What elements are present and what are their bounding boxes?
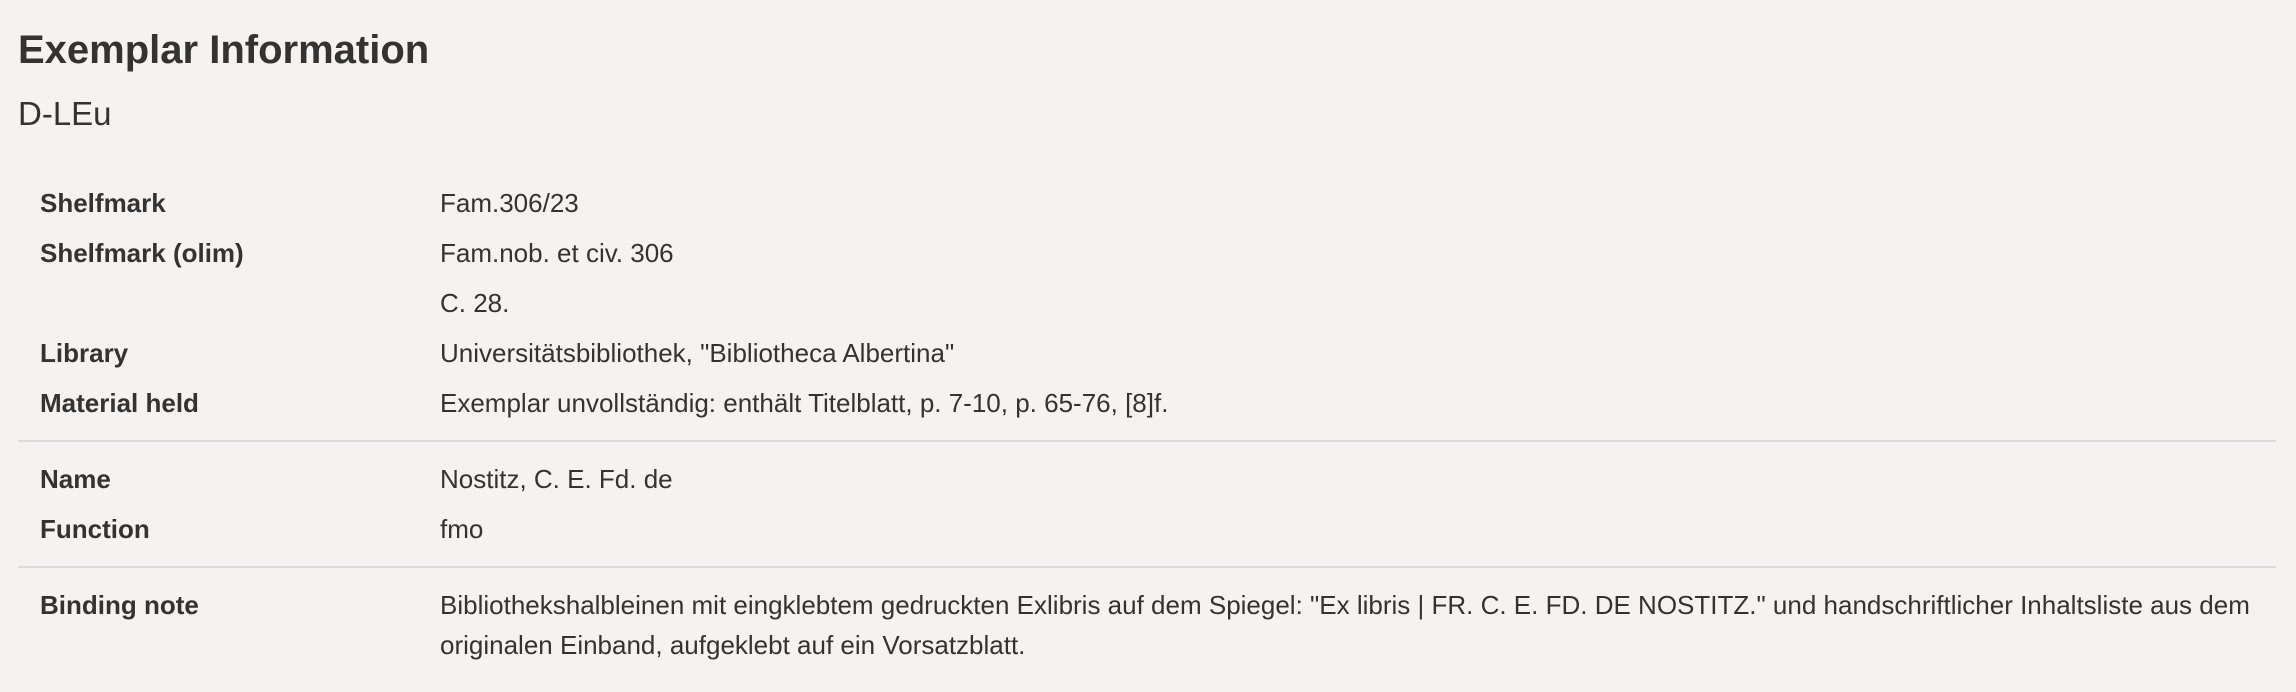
binding-group: Binding note Bibliothekshalbleinen mit e… bbox=[18, 566, 2276, 665]
detail-row-library: Library Universitätsbibliothek, "Bibliot… bbox=[40, 328, 2276, 378]
detail-row-shelfmark-olim: Shelfmark (olim) Fam.nob. et civ. 306 bbox=[40, 228, 2276, 278]
detail-label: Material held bbox=[40, 388, 199, 418]
exemplar-information-page: Exemplar Information D-LEu Shelfmark Fam… bbox=[0, 0, 2296, 692]
provenance-group: Name Nostitz, C. E. Fd. de Function fmo bbox=[18, 440, 2276, 554]
exemplar-details: Shelfmark Fam.306/23 Shelfmark (olim) Fa… bbox=[18, 178, 2276, 665]
detail-value: Fam.306/23 bbox=[440, 188, 579, 218]
holding-group: Shelfmark Fam.306/23 Shelfmark (olim) Fa… bbox=[18, 178, 2276, 428]
detail-label: Name bbox=[40, 464, 111, 494]
detail-row-binding-note: Binding note Bibliothekshalbleinen mit e… bbox=[40, 580, 2276, 665]
detail-value: C. 28. bbox=[440, 288, 510, 318]
detail-value: fmo bbox=[440, 514, 484, 544]
detail-value: Fam.nob. et civ. 306 bbox=[440, 238, 674, 268]
detail-value: Nostitz, C. E. Fd. de bbox=[440, 464, 673, 494]
detail-row-shelfmark-olim-continued: C. 28. bbox=[40, 278, 2276, 328]
library-siglum: D-LEu bbox=[18, 95, 112, 132]
detail-row-function: Function fmo bbox=[40, 504, 2276, 554]
detail-value: Bibliothekshalbleinen mit eingklebtem ge… bbox=[440, 590, 2250, 660]
section-title: Exemplar Information bbox=[18, 28, 430, 72]
detail-label: Function bbox=[40, 514, 150, 544]
detail-label: Library bbox=[40, 338, 129, 368]
detail-label: Shelfmark (olim) bbox=[40, 238, 244, 268]
detail-row-shelfmark: Shelfmark Fam.306/23 bbox=[40, 178, 2276, 228]
detail-row-name: Name Nostitz, C. E. Fd. de bbox=[40, 454, 2276, 504]
detail-row-material-held: Material held Exemplar unvollständig: en… bbox=[40, 378, 2276, 428]
detail-value: Universitätsbibliothek, "Bibliotheca Alb… bbox=[440, 338, 955, 368]
detail-label: Binding note bbox=[40, 590, 199, 620]
detail-label: Shelfmark bbox=[40, 188, 166, 218]
detail-value: Exemplar unvollständig: enthält Titelbla… bbox=[440, 388, 1169, 418]
